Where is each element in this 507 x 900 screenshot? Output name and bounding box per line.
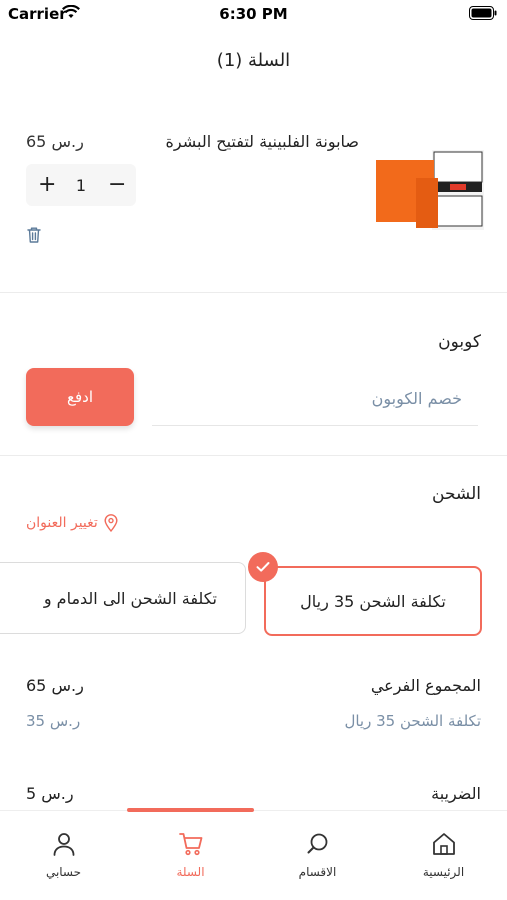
increment-button[interactable]: + [38, 174, 56, 196]
coupon-input[interactable] [152, 372, 478, 426]
battery-icon [469, 6, 497, 20]
tab-label: الرئيسية [422, 865, 465, 879]
subtotal-value: ر.س 65 [26, 676, 84, 695]
change-address-label: تغيير العنوان [26, 515, 98, 531]
shipping-option-label: تكلفة الشحن الى الدمام و [43, 588, 217, 608]
tax-value: ر.س 5 [26, 784, 74, 803]
quantity-value: 1 [75, 175, 87, 195]
shipping-title: الشحن [432, 484, 481, 504]
shipping-option-dammam[interactable]: تكلفة الشحن الى الدمام و [0, 562, 246, 634]
tab-categories[interactable]: الاقسام [254, 831, 381, 879]
shipping-option-selected[interactable]: تكلفة الشحن 35 ريال [264, 566, 482, 636]
page-title: السلة (1) [216, 50, 291, 71]
active-tab-indicator [127, 808, 254, 812]
tab-home[interactable]: الرئيسية [380, 831, 507, 879]
quantity-stepper: + 1 − [26, 164, 136, 206]
change-address-link[interactable]: تغيير العنوان [26, 514, 118, 532]
tab-cart[interactable]: السلة [127, 831, 254, 879]
shipping-option-label: تكلفة الشحن 35 ريال [300, 591, 446, 611]
location-pin-icon [104, 514, 118, 532]
trash-icon[interactable] [26, 226, 42, 244]
tab-bar: حسابي السلة الاقسام الرئيسية [0, 808, 507, 900]
product-price: ر.س 65 [26, 132, 84, 151]
product-name: صابونة الفلبينية لتفتيح البشرة [165, 132, 359, 151]
tab-label: الاقسام [298, 865, 337, 879]
decrement-button[interactable]: − [108, 174, 126, 196]
product-soap-image [376, 150, 484, 230]
search-icon [307, 833, 327, 854]
tab-label: السلة [176, 865, 205, 879]
cart-icon [178, 833, 202, 856]
tab-label: حسابي [45, 865, 82, 879]
cart-item: صابونة الفلبينية لتفتيح البشرة ر.س 65 + … [0, 118, 507, 268]
apply-coupon-button[interactable]: ادفع [26, 368, 134, 426]
tab-account[interactable]: حسابي [0, 831, 127, 879]
shipping-cost-value: ر.س 35 [26, 712, 81, 730]
coupon-title: كوبون [438, 332, 481, 352]
home-icon [432, 833, 455, 855]
clock: 6:30 PM [219, 5, 288, 23]
selected-check-icon [248, 552, 278, 582]
user-icon [53, 833, 74, 856]
shipping-cost-label: تكلفة الشحن 35 ريال [344, 712, 481, 730]
divider [0, 455, 507, 456]
tax-label: الضريبة [431, 784, 481, 803]
status-bar: Carrier 6:30 PM [0, 0, 507, 30]
subtotal-label: المجموع الفرعي [370, 676, 481, 695]
divider [0, 292, 507, 293]
